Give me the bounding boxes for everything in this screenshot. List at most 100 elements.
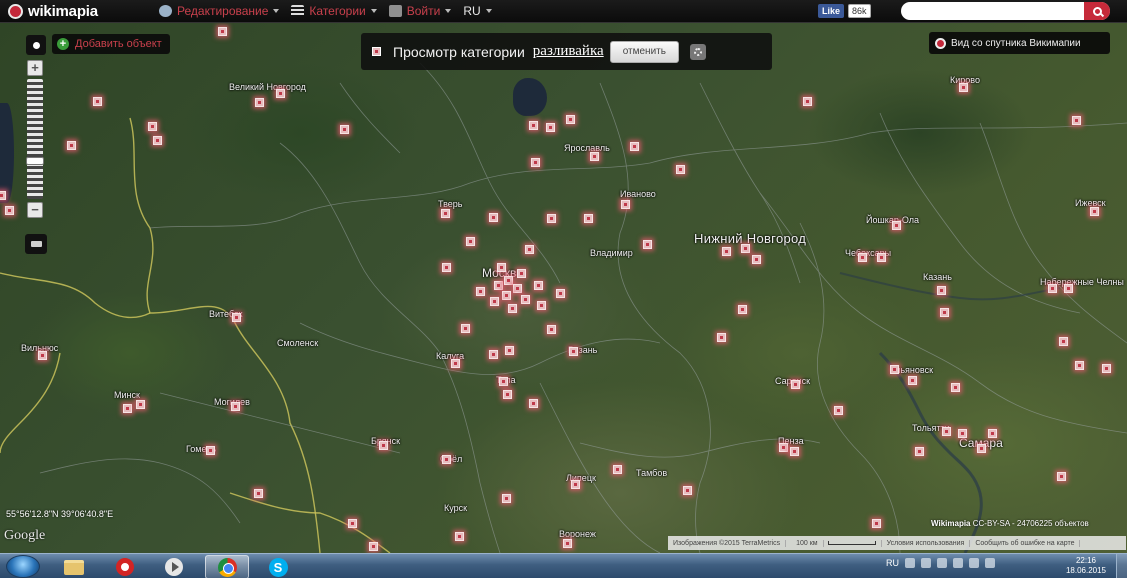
menu-language[interactable]: RU — [463, 4, 492, 18]
category-pin[interactable] — [545, 122, 555, 132]
category-pin[interactable] — [504, 345, 514, 355]
category-pin[interactable] — [1056, 471, 1066, 481]
show-desktop-button[interactable] — [1116, 554, 1127, 578]
category-pin[interactable] — [891, 220, 901, 230]
category-pin[interactable] — [440, 208, 450, 218]
search-input[interactable] — [909, 3, 1084, 19]
category-pin[interactable] — [889, 364, 899, 374]
facebook-like-button[interactable]: Like — [818, 4, 845, 18]
zoom-slider-handle[interactable] — [26, 157, 44, 165]
category-pin[interactable] — [568, 346, 578, 356]
category-pin[interactable] — [936, 285, 946, 295]
category-pin[interactable] — [682, 485, 692, 495]
category-pin[interactable] — [790, 379, 800, 389]
category-pin[interactable] — [941, 426, 951, 436]
category-pin[interactable] — [231, 312, 241, 322]
category-pin[interactable] — [92, 96, 102, 106]
category-pin[interactable] — [1089, 206, 1099, 216]
category-pin[interactable] — [217, 26, 227, 36]
zoom-in-button[interactable]: + — [27, 60, 43, 76]
category-pin[interactable] — [489, 296, 499, 306]
category-pin[interactable] — [833, 405, 843, 415]
menu-edit[interactable]: Редактирование — [159, 4, 280, 18]
category-pin[interactable] — [876, 252, 886, 262]
system-clock[interactable]: 22:16 18.06.2015 — [1064, 556, 1108, 576]
category-pin[interactable] — [620, 199, 630, 209]
category-pin[interactable] — [122, 403, 132, 413]
category-pin[interactable] — [450, 358, 460, 368]
category-pin[interactable] — [152, 135, 162, 145]
category-pin[interactable] — [368, 541, 378, 551]
category-pin[interactable] — [740, 243, 750, 253]
search-button[interactable] — [1084, 2, 1110, 20]
category-pin[interactable] — [147, 121, 157, 131]
taskbar-opera[interactable] — [103, 555, 147, 578]
category-pin[interactable] — [565, 114, 575, 124]
power-icon[interactable] — [969, 558, 979, 568]
category-pin[interactable] — [914, 446, 924, 456]
category-pin[interactable] — [751, 254, 761, 264]
menu-login[interactable]: Войти — [388, 4, 452, 18]
tray-arrow-icon[interactable] — [905, 558, 915, 568]
category-pin[interactable] — [555, 288, 565, 298]
category-pin[interactable] — [339, 124, 349, 134]
category-pin[interactable] — [589, 151, 599, 161]
zoom-slider[interactable] — [26, 79, 44, 199]
category-pin[interactable] — [721, 246, 731, 256]
category-pin[interactable] — [530, 157, 540, 167]
category-pin[interactable] — [976, 443, 986, 453]
language-indicator[interactable]: RU — [886, 558, 899, 568]
taskbar-skype[interactable]: S — [256, 555, 300, 578]
category-pin[interactable] — [857, 252, 867, 262]
category-pin[interactable] — [528, 398, 538, 408]
category-pin[interactable] — [135, 399, 145, 409]
category-pin[interactable] — [520, 294, 530, 304]
category-pin[interactable] — [570, 479, 580, 489]
terms-link[interactable]: Условия использования — [882, 539, 971, 547]
category-pin[interactable] — [488, 349, 498, 359]
category-pin[interactable] — [528, 120, 538, 130]
category-pin[interactable] — [950, 382, 960, 392]
category-settings-button[interactable] — [689, 43, 706, 60]
category-pin[interactable] — [230, 401, 240, 411]
category-pin[interactable] — [533, 280, 543, 290]
category-pin[interactable] — [253, 488, 263, 498]
locate-button[interactable] — [26, 35, 46, 55]
zoom-out-button[interactable]: − — [27, 202, 43, 218]
category-pin[interactable] — [37, 350, 47, 360]
category-pin[interactable] — [871, 518, 881, 528]
category-pin[interactable] — [454, 531, 464, 541]
category-pin[interactable] — [507, 303, 517, 313]
add-object-button[interactable]: + Добавить объект — [52, 34, 170, 54]
category-pin[interactable] — [546, 324, 556, 334]
category-pin[interactable] — [275, 88, 285, 98]
category-pin[interactable] — [1101, 363, 1111, 373]
category-pin[interactable] — [488, 212, 498, 222]
category-pin[interactable] — [441, 262, 451, 272]
speaker-icon[interactable] — [985, 558, 995, 568]
category-pin[interactable] — [502, 389, 512, 399]
category-pin[interactable] — [205, 445, 215, 455]
category-pin[interactable] — [498, 376, 508, 386]
category-pin[interactable] — [958, 82, 968, 92]
category-pin[interactable] — [1074, 360, 1084, 370]
category-pin[interactable] — [524, 244, 534, 254]
volume-icon[interactable] — [953, 558, 963, 568]
network-icon[interactable] — [921, 558, 931, 568]
flag-icon[interactable] — [937, 558, 947, 568]
category-pin[interactable] — [675, 164, 685, 174]
category-pin[interactable] — [562, 538, 572, 548]
category-pin[interactable] — [957, 428, 967, 438]
category-link[interactable]: разливайка — [533, 43, 604, 60]
satellite-view-button[interactable]: Вид со спутника Викимапии — [929, 32, 1110, 54]
category-pin[interactable] — [629, 141, 639, 151]
category-pin[interactable] — [460, 323, 470, 333]
category-pin[interactable] — [516, 268, 526, 278]
category-pin[interactable] — [66, 140, 76, 150]
category-pin[interactable] — [501, 290, 511, 300]
wikimapia-logo[interactable]: wikimapia — [8, 3, 136, 20]
category-pin[interactable] — [802, 96, 812, 106]
category-pin[interactable] — [512, 283, 522, 293]
category-pin[interactable] — [789, 446, 799, 456]
layers-button[interactable] — [25, 234, 47, 254]
